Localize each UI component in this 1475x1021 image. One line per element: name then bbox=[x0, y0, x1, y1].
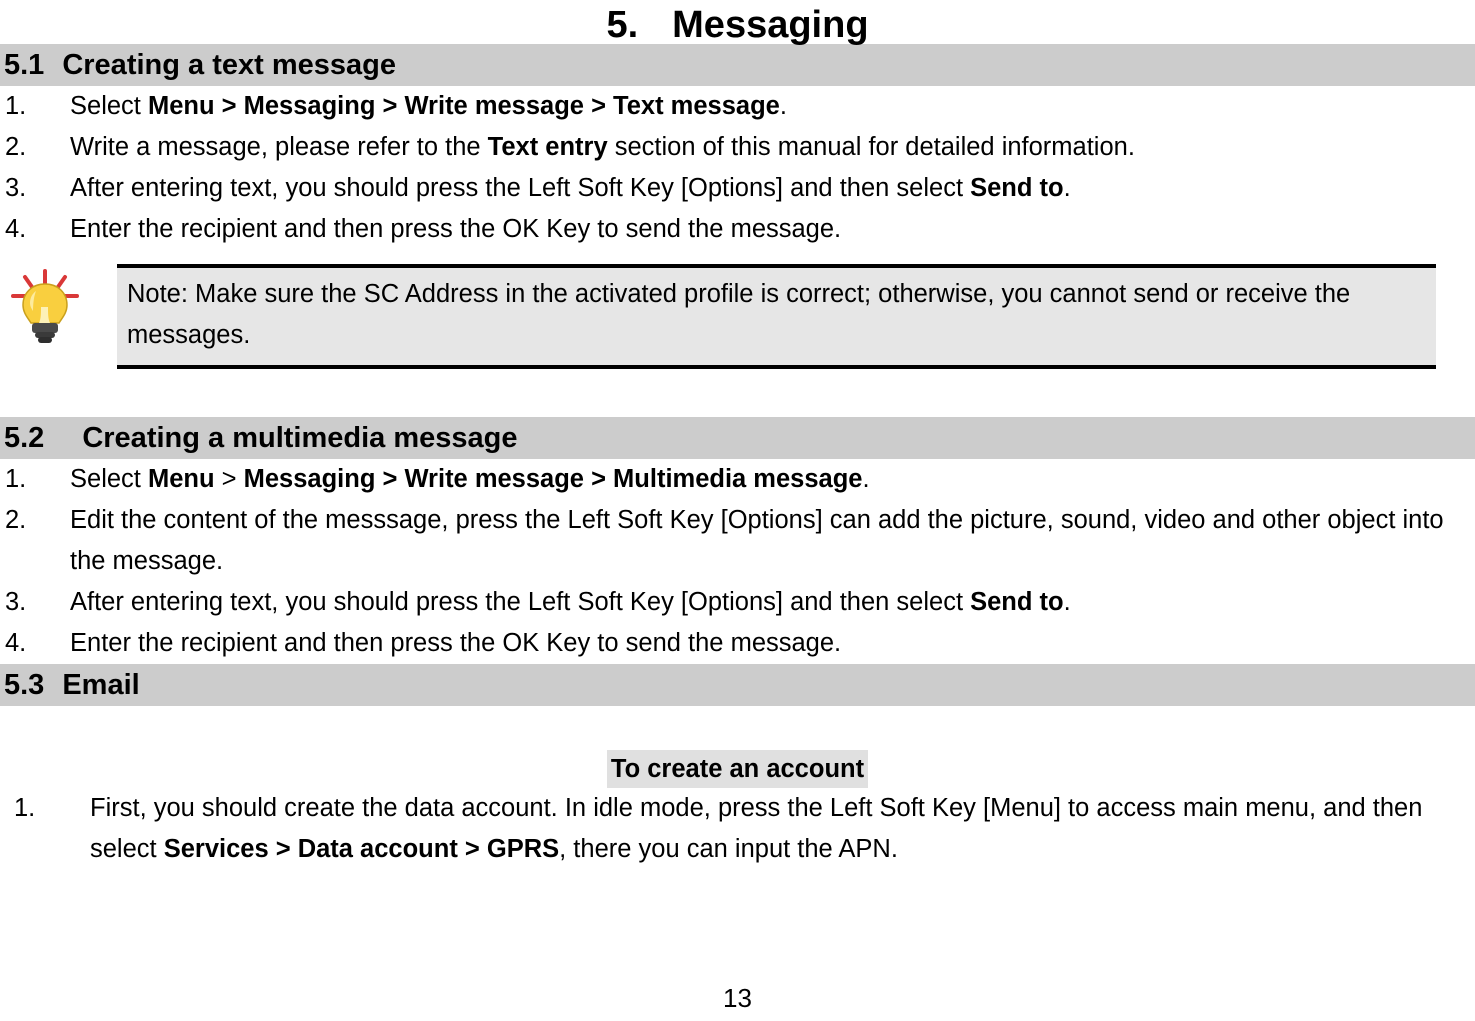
section-number-5-1: 5.1 bbox=[4, 49, 45, 81]
bold-run: Send to bbox=[970, 174, 1064, 202]
list-item-text: Write a message, please refer to the Tex… bbox=[70, 127, 1475, 168]
bold-run: Services > Data account > GPRS bbox=[163, 835, 560, 863]
list-item: 4. Enter the recipient and then press th… bbox=[0, 209, 1475, 250]
text-run: Edit the content of the messsage, press … bbox=[70, 506, 1444, 575]
section-heading-5-2: 5.2 Creating a multimedia message bbox=[0, 417, 1475, 459]
list-marker: 2. bbox=[5, 506, 27, 534]
list-section-5-3: 1. First, you should create the data acc… bbox=[0, 788, 1475, 870]
bold-run: Menu bbox=[147, 465, 215, 493]
list-item: 1. Select Menu > Messaging > Write messa… bbox=[0, 86, 1475, 127]
text-run: Write a message, please refer to the bbox=[70, 133, 488, 161]
list-marker: 1. bbox=[5, 92, 27, 120]
text-run: > bbox=[214, 465, 244, 493]
section-heading-5-3: 5.3 Email bbox=[0, 664, 1475, 706]
text-run: . bbox=[779, 92, 787, 120]
chapter-number: 5. bbox=[606, 4, 639, 46]
list-marker: 1. bbox=[14, 794, 36, 822]
list-section-5-1: 1. Select Menu > Messaging > Write messa… bbox=[0, 86, 1475, 250]
subheading-to-create-an-account: To create an account bbox=[606, 750, 869, 788]
section-number-5-3: 5.3 bbox=[4, 669, 45, 701]
list-marker: 4. bbox=[5, 629, 27, 657]
section-title-5-3: Email bbox=[62, 669, 140, 701]
text-run: . bbox=[1063, 588, 1071, 616]
bold-run: Text entry bbox=[487, 133, 608, 161]
list-item: 3. After entering text, you should press… bbox=[0, 582, 1475, 623]
bold-run: Menu > Messaging > Write message > Text … bbox=[147, 92, 780, 120]
lightbulb-tip-icon bbox=[8, 267, 82, 349]
section-heading-5-1: 5.1 Creating a text message bbox=[0, 44, 1475, 86]
chapter-title-text: Messaging bbox=[672, 4, 869, 46]
text-run: After entering text, you should press th… bbox=[70, 588, 971, 616]
section-title-5-1: Creating a text message bbox=[62, 49, 396, 81]
page-number: 13 bbox=[723, 983, 752, 1013]
text-run: Enter the recipient and then press the O… bbox=[70, 215, 842, 243]
list-item-text: After entering text, you should press th… bbox=[70, 168, 1475, 209]
list-item-text: First, you should create the data accoun… bbox=[90, 788, 1475, 870]
section-number-5-2: 5.2 bbox=[4, 422, 45, 454]
note-text: Note: Make sure the SC Address in the ac… bbox=[127, 280, 1351, 349]
list-item-text: After entering text, you should press th… bbox=[70, 582, 1475, 623]
text-run: section of this manual for detailed info… bbox=[607, 133, 1135, 161]
list-item: 1. Select Menu > Messaging > Write messa… bbox=[0, 459, 1475, 500]
section-title-5-2: Creating a multimedia message bbox=[82, 422, 518, 454]
list-item-text: Select Menu > Messaging > Write message … bbox=[70, 459, 1475, 500]
page-title: 5. Messaging bbox=[0, 0, 1475, 44]
bold-run: Send to bbox=[970, 588, 1064, 616]
text-run: , there you can input the APN. bbox=[559, 835, 898, 863]
list-marker: 2. bbox=[5, 133, 27, 161]
note-text-box: Note: Make sure the SC Address in the ac… bbox=[117, 264, 1436, 369]
list-item: 3. After entering text, you should press… bbox=[0, 168, 1475, 209]
list-marker: 1. bbox=[5, 465, 27, 493]
note-callout: Note: Make sure the SC Address in the ac… bbox=[0, 259, 1475, 377]
text-run: Enter the recipient and then press the O… bbox=[70, 629, 842, 657]
subheading-wrapper: To create an account bbox=[0, 750, 1475, 788]
document-page: 5. Messaging 5.1 Creating a text message 1… bbox=[0, 0, 1475, 1021]
list-item: 4. Enter the recipient and then press th… bbox=[0, 623, 1475, 664]
bold-run: Messaging > Write message > Multimedia m… bbox=[243, 465, 863, 493]
text-run: Select bbox=[70, 92, 148, 120]
list-section-5-2: 1. Select Menu > Messaging > Write messa… bbox=[0, 459, 1475, 664]
list-marker: 4. bbox=[5, 215, 27, 243]
list-item-text: Enter the recipient and then press the O… bbox=[70, 209, 1475, 250]
text-run: Select bbox=[70, 465, 148, 493]
list-item: 2. Write a message, please refer to the … bbox=[0, 127, 1475, 168]
text-run: . bbox=[1063, 174, 1071, 202]
text-run: After entering text, you should press th… bbox=[70, 174, 971, 202]
list-item: 2. Edit the content of the messsage, pre… bbox=[0, 500, 1475, 582]
list-marker: 3. bbox=[5, 174, 27, 202]
list-item: 1. First, you should create the data acc… bbox=[0, 788, 1475, 870]
list-item-text: Edit the content of the messsage, press … bbox=[70, 500, 1475, 582]
list-marker: 3. bbox=[5, 588, 27, 616]
text-run: . bbox=[862, 465, 870, 493]
list-item-text: Select Menu > Messaging > Write message … bbox=[70, 86, 1475, 127]
list-item-text: Enter the recipient and then press the O… bbox=[70, 623, 1475, 664]
